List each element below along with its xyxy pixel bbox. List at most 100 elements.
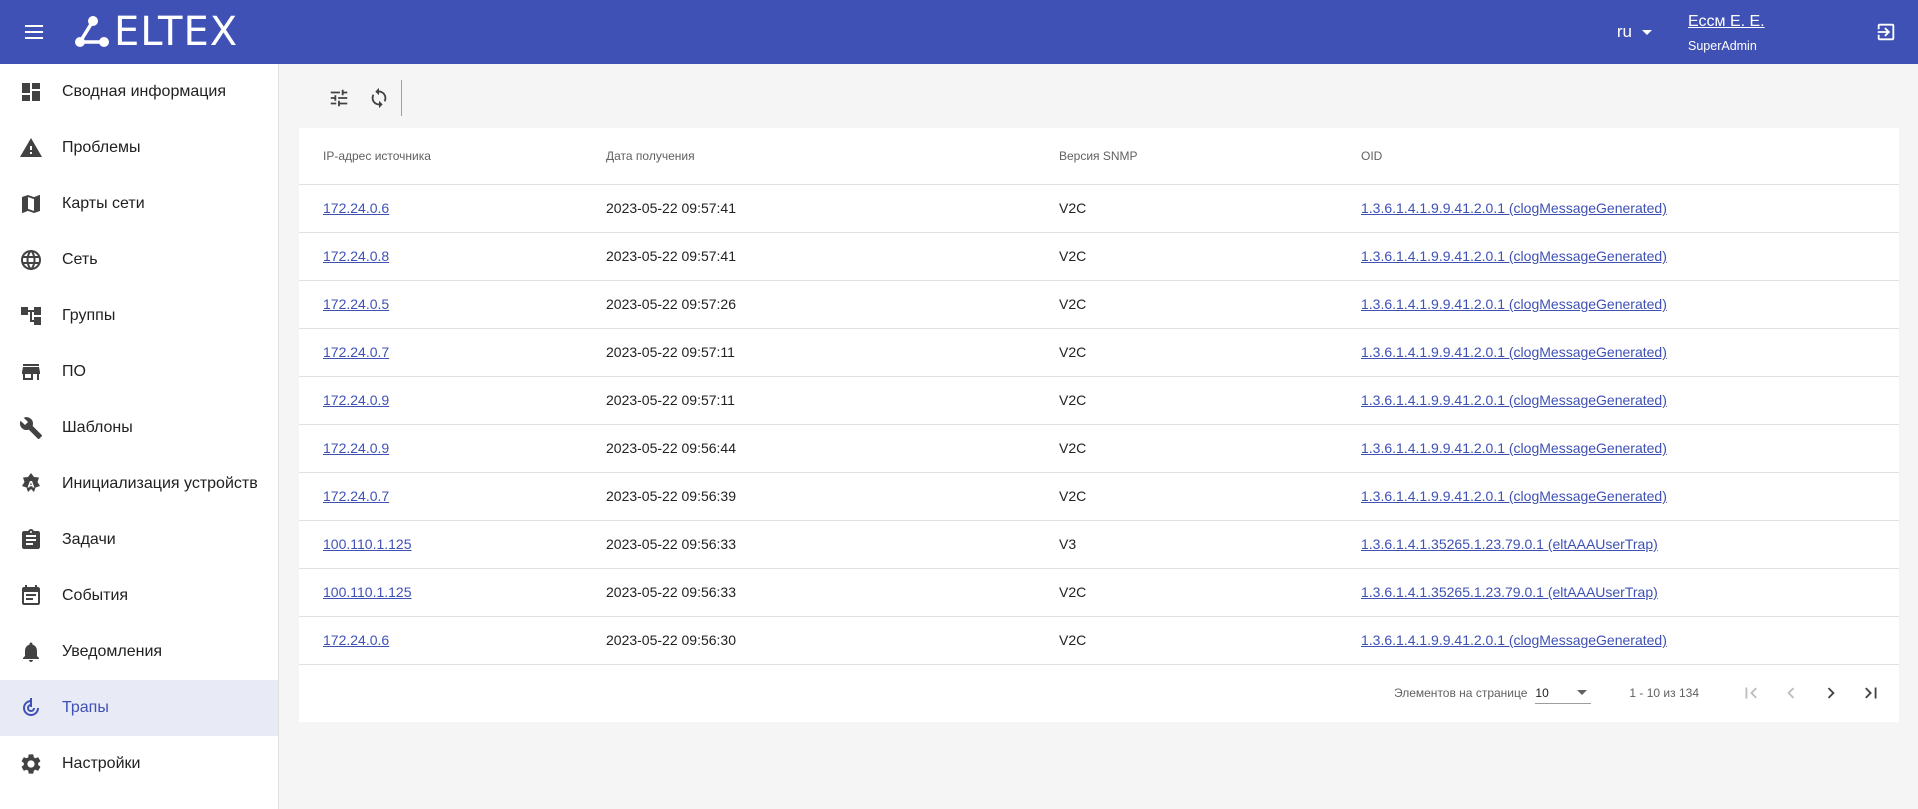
oid-link[interactable]: 1.3.6.1.4.1.9.9.41.2.0.1 (clogMessageGen… (1361, 200, 1667, 216)
oid-link[interactable]: 1.3.6.1.4.1.9.9.41.2.0.1 (clogMessageGen… (1361, 392, 1667, 408)
column-header-received-date[interactable]: Дата получения (606, 128, 1059, 185)
sidebar-item-groups[interactable]: Группы (0, 288, 278, 344)
received-date: 2023-05-22 09:56:39 (606, 472, 1059, 521)
brand-name: ELTEX (114, 9, 239, 55)
first-page-button[interactable] (1731, 673, 1771, 713)
refresh-button[interactable] (359, 78, 399, 118)
page-range-label: 1 - 10 из 134 (1629, 686, 1699, 700)
sidebar-item-notifications[interactable]: Уведомления (0, 624, 278, 680)
oid-link[interactable]: 1.3.6.1.4.1.9.9.41.2.0.1 (clogMessageGen… (1361, 440, 1667, 456)
dashboard-icon (22, 83, 40, 101)
oid-link[interactable]: 1.3.6.1.4.1.9.9.41.2.0.1 (clogMessageGen… (1361, 344, 1667, 360)
page-size-select[interactable]: 10 (1535, 682, 1592, 704)
menu-button[interactable] (0, 0, 68, 64)
column-header-source-ip[interactable]: IP-адрес источника (299, 128, 606, 185)
init-icon: A (22, 473, 40, 492)
previous-page-button[interactable] (1771, 673, 1811, 713)
oid-link[interactable]: 1.3.6.1.4.1.9.9.41.2.0.1 (clogMessageGen… (1361, 296, 1667, 312)
language-value: ru (1616, 22, 1632, 41)
source-ip-link[interactable]: 100.110.1.125 (323, 584, 412, 600)
received-date: 2023-05-22 09:56:30 (606, 616, 1059, 665)
column-header-snmp-version[interactable]: Версия SNMP (1059, 128, 1361, 185)
oid-link[interactable]: 1.3.6.1.4.1.9.9.41.2.0.1 (clogMessageGen… (1361, 248, 1667, 264)
sidebar-item-software[interactable]: ПО (0, 344, 278, 400)
received-date: 2023-05-22 09:57:11 (606, 328, 1059, 377)
snmp-version: V3 (1059, 520, 1361, 569)
sidebar-item-dashboard[interactable]: Сводная информация (0, 64, 278, 120)
logout-icon (1877, 23, 1895, 41)
source-ip-link[interactable]: 172.24.0.5 (323, 296, 389, 312)
source-ip-link[interactable]: 172.24.0.6 (323, 632, 389, 648)
sidebar-item-network[interactable]: Сеть (0, 232, 278, 288)
oid-link[interactable]: 1.3.6.1.4.1.9.9.41.2.0.1 (clogMessageGen… (1361, 488, 1667, 504)
table-row: 172.24.0.8 2023-05-22 09:57:41 V2C 1.3.6… (299, 232, 1899, 281)
table-header-row: IP-адрес источника Дата получения Версия… (299, 128, 1899, 185)
logout-button[interactable] (1858, 0, 1914, 64)
globe-icon (21, 250, 41, 270)
top-app-bar: ELTEX ru Ессм Е. Е. SuperAdmin (0, 0, 1918, 64)
trap-icon (23, 698, 39, 716)
source-ip-link[interactable]: 172.24.0.6 (323, 200, 389, 216)
eltex-logo[interactable]: ELTEX (74, 0, 238, 64)
chevron-down-icon (1577, 690, 1588, 695)
source-ip-link[interactable]: 100.110.1.125 (323, 536, 412, 552)
snmp-version: V2C (1059, 184, 1361, 233)
sidebar-item-label: Настройки (62, 755, 141, 772)
tree-icon (21, 307, 41, 325)
source-ip-link[interactable]: 172.24.0.7 (323, 344, 389, 360)
sidebar-item-label: Карты сети (62, 195, 145, 212)
sidebar-item-events[interactable]: События (0, 568, 278, 624)
next-page-button[interactable] (1811, 673, 1851, 713)
table-row: 100.110.1.125 2023-05-22 09:56:33 V2C 1.… (299, 568, 1899, 617)
first-page-icon (1745, 687, 1757, 699)
sidebar-item-settings[interactable]: Настройки (0, 736, 278, 792)
column-header-oid[interactable]: OID (1361, 128, 1899, 185)
received-date: 2023-05-22 09:57:41 (606, 184, 1059, 233)
toolbar-divider (401, 80, 402, 116)
sidebar-item-label: Сеть (62, 251, 98, 268)
snmp-version: V2C (1059, 232, 1361, 281)
refresh-icon (371, 87, 387, 109)
calendar-icon (22, 585, 40, 605)
gear-icon (21, 754, 41, 774)
received-date: 2023-05-22 09:57:11 (606, 376, 1059, 425)
filter-settings-button[interactable] (319, 78, 359, 118)
table-row: 172.24.0.9 2023-05-22 09:57:11 V2C 1.3.6… (299, 376, 1899, 425)
received-date: 2023-05-22 09:56:44 (606, 424, 1059, 473)
sidebar-item-label: Сводная информация (62, 83, 226, 100)
table-row: 172.24.0.9 2023-05-22 09:56:44 V2C 1.3.6… (299, 424, 1899, 473)
snmp-version: V2C (1059, 280, 1361, 329)
user-name-link[interactable]: Ессм Е. Е. (1688, 12, 1838, 32)
sidebar-item-label: Группы (62, 307, 116, 324)
sidebar-item-templates[interactable]: Шаблоны (0, 400, 278, 456)
language-select[interactable]: ru (1617, 22, 1652, 42)
source-ip-link[interactable]: 172.24.0.7 (323, 488, 389, 504)
main-content: IP-адрес источника Дата получения Версия… (299, 68, 1899, 722)
received-date: 2023-05-22 09:56:33 (606, 568, 1059, 617)
sidebar-item-problems[interactable]: Проблемы (0, 120, 278, 176)
snmp-version: V2C (1059, 376, 1361, 425)
snmp-version: V2C (1059, 424, 1361, 473)
source-ip-link[interactable]: 172.24.0.9 (323, 440, 389, 456)
sidebar-item-traps[interactable]: Трапы (0, 680, 278, 736)
svg-text:A: A (28, 481, 35, 491)
last-page-icon (1865, 687, 1877, 699)
sidebar-item-device-init[interactable]: A Инициализация устройств (0, 456, 278, 512)
oid-link[interactable]: 1.3.6.1.4.1.9.9.41.2.0.1 (clogMessageGen… (1361, 632, 1667, 648)
table-row: 172.24.0.5 2023-05-22 09:57:26 V2C 1.3.6… (299, 280, 1899, 329)
user-info: Ессм Е. Е. SuperAdmin (1688, 12, 1838, 53)
clipboard-icon (22, 529, 40, 549)
source-ip-link[interactable]: 172.24.0.8 (323, 248, 389, 264)
sidebar-item-label: Уведомления (62, 643, 163, 660)
paginator: Элементов на странице 10 1 - 10 из 134 (299, 665, 1899, 722)
oid-link[interactable]: 1.3.6.1.4.1.35265.1.23.79.0.1 (eltAAAUse… (1361, 536, 1658, 552)
last-page-button[interactable] (1851, 673, 1891, 713)
snmp-version: V2C (1059, 568, 1361, 617)
oid-link[interactable]: 1.3.6.1.4.1.35265.1.23.79.0.1 (eltAAAUse… (1361, 584, 1658, 600)
sidebar-item-label: События (62, 587, 129, 604)
wrench-icon (19, 417, 42, 439)
sidebar-item-network-maps[interactable]: Карты сети (0, 176, 278, 232)
sidebar-item-tasks[interactable]: Задачи (0, 512, 278, 568)
source-ip-link[interactable]: 172.24.0.9 (323, 392, 389, 408)
sidebar-item-label: Трапы (62, 699, 109, 716)
